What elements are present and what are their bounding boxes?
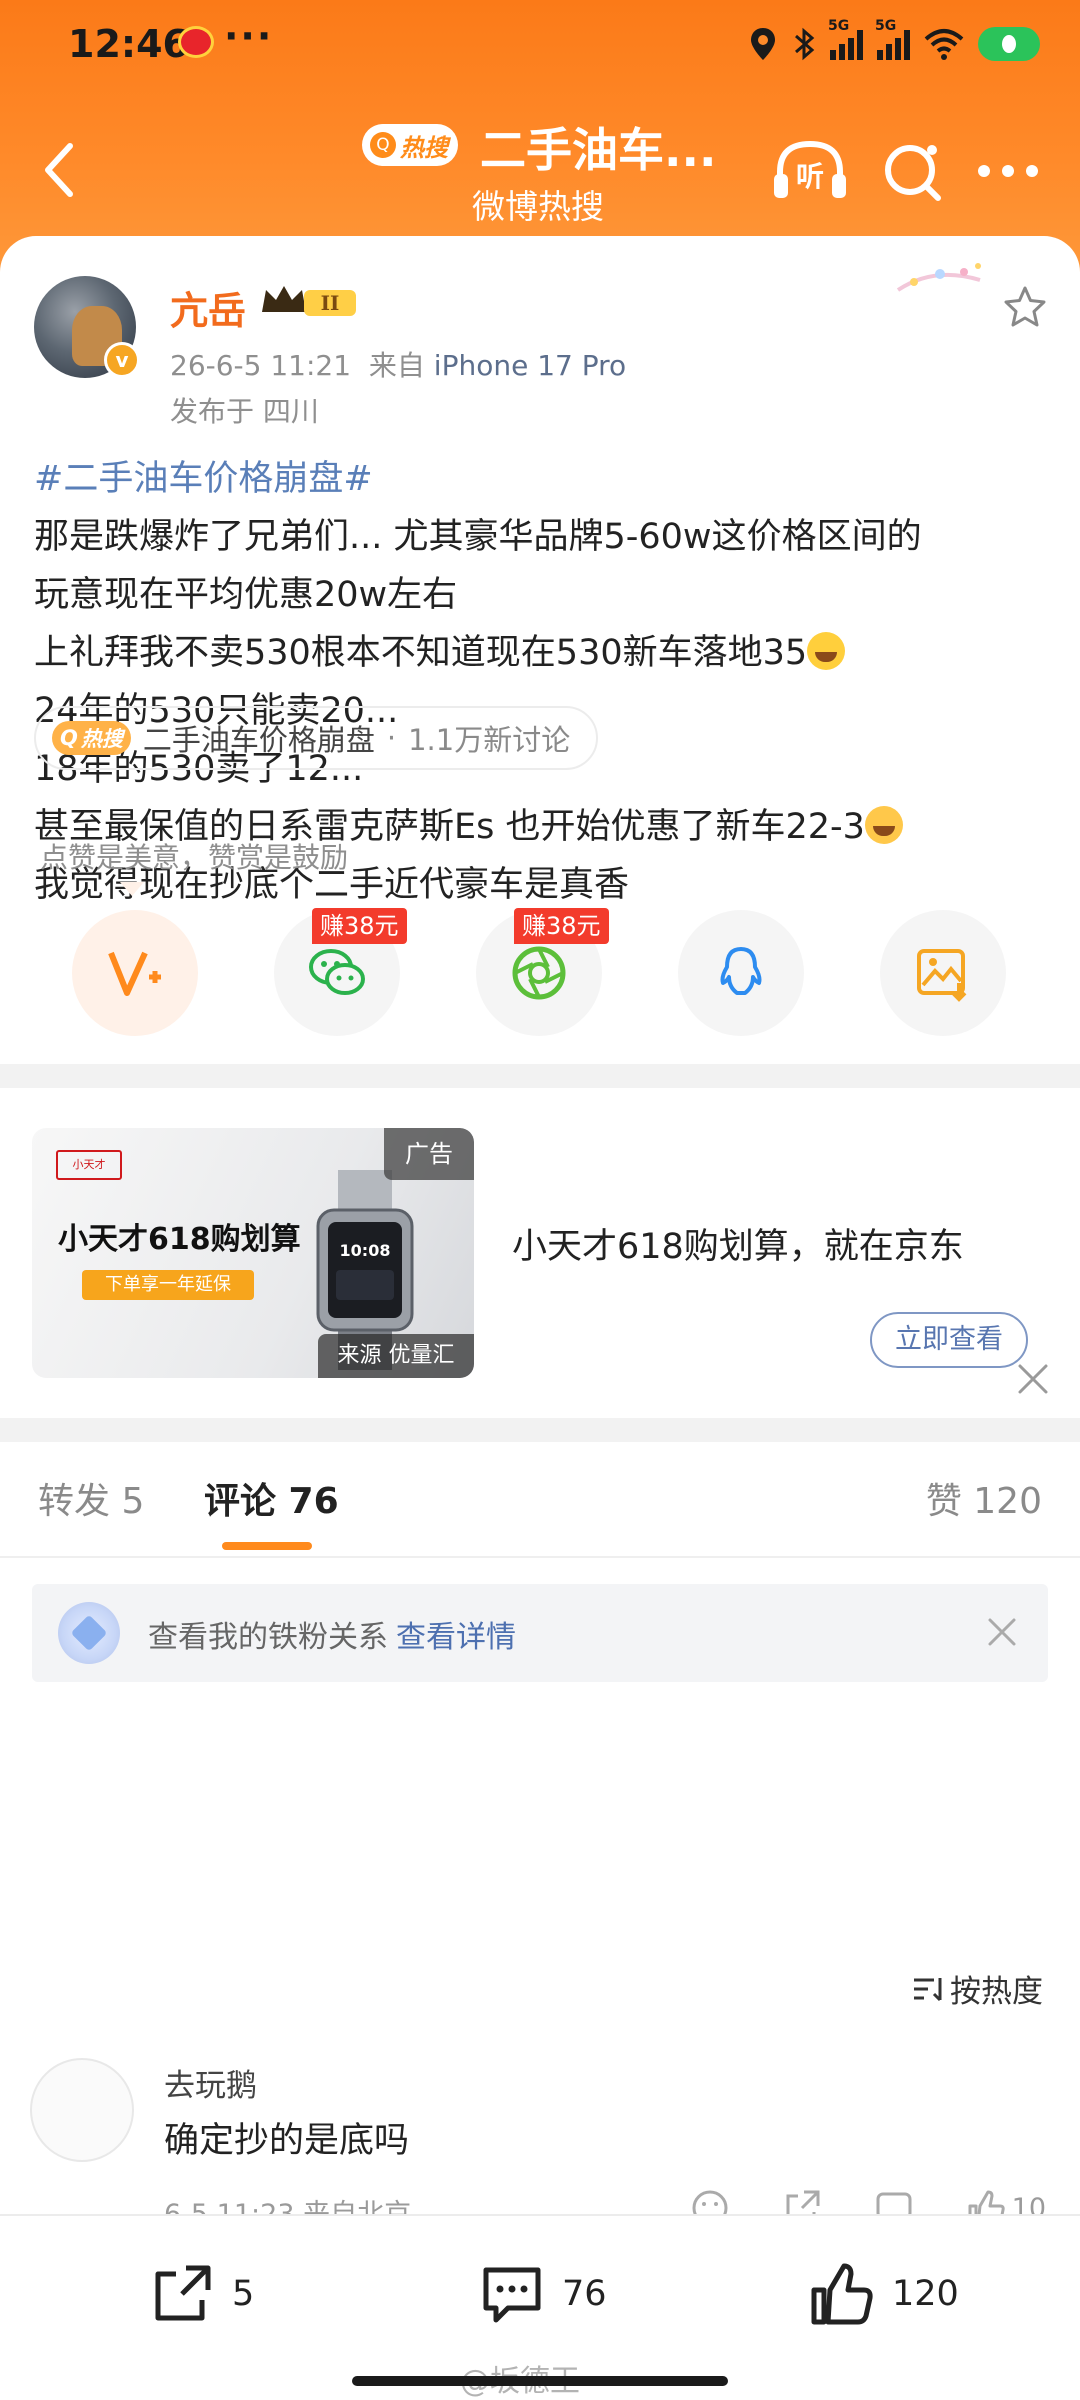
- bottom-repost-button[interactable]: 5: [148, 2260, 254, 2328]
- bluetooth-icon: [795, 27, 815, 61]
- crying-emoji-icon: [864, 806, 903, 844]
- reward-hint: 点赞是美意，赞赏是鼓励: [40, 841, 349, 874]
- home-indicator[interactable]: [352, 2376, 728, 2386]
- signal-1-icon: 5G: [828, 18, 863, 60]
- tab-comment[interactable]: 评论 76: [204, 1472, 339, 1524]
- ad-title[interactable]: 小天才618购划算，就在京东: [512, 1218, 964, 1269]
- more-options-icon[interactable]: [968, 136, 1048, 206]
- page-subtitle: 微博热搜: [472, 187, 604, 226]
- close-icon[interactable]: [984, 1614, 1020, 1650]
- laugh-cry-emoji-icon: [807, 632, 846, 670]
- weibo-notification-icon: [178, 26, 214, 58]
- author-name[interactable]: 亢岳: [170, 280, 246, 335]
- comment-icon: [483, 2267, 541, 2323]
- bottom-like-button[interactable]: 120: [808, 2260, 959, 2328]
- vip-plus-icon: [108, 951, 161, 996]
- diamond-icon: [58, 1602, 120, 1664]
- ad-image[interactable]: 小天才 小天才618购划算 下单享一年延保 10:08 广告 来源 优量汇: [32, 1128, 474, 1378]
- search-icon: Q: [370, 132, 396, 158]
- hot-search-badge: Q 热搜: [362, 124, 458, 166]
- page-title: 二手油车...: [480, 123, 717, 177]
- listen-headphones-icon[interactable]: 听: [770, 136, 850, 206]
- sort-by-heat-button[interactable]: 按热度: [912, 1966, 1043, 2011]
- hot-topic-separator: ·: [386, 721, 397, 755]
- repost-icon: [155, 2265, 211, 2321]
- share-qq-button[interactable]: [678, 910, 804, 1036]
- status-time: 12:46: [68, 22, 189, 66]
- network-type-1: 5G: [828, 18, 850, 34]
- bottom-like-count: 120: [892, 2274, 959, 2314]
- bottom-action-bar: 5 76 120 @坂德王: [0, 2214, 1080, 2400]
- tab-likes[interactable]: 赞 120: [926, 1472, 1042, 1524]
- ad-tag: 广告: [384, 1128, 474, 1180]
- post-line: 那是跌爆炸了兄弟们... 尤其豪华品牌5-60w这价格区间的: [34, 517, 922, 557]
- iron-fans-text: 查看我的铁粉关系: [148, 1620, 388, 1655]
- bottom-repost-count: 5: [232, 2274, 255, 2314]
- post-device[interactable]: iPhone 17 Pro: [434, 349, 626, 382]
- hot-search-tag-label: 热搜: [80, 727, 123, 751]
- save-image-button[interactable]: [880, 910, 1006, 1036]
- commenter-avatar[interactable]: [30, 2058, 134, 2162]
- status-bar: 12:46 ··· 5G 5G: [0, 0, 1080, 90]
- search-icon[interactable]: [874, 136, 954, 206]
- watch-time: 10:08: [340, 1241, 391, 1260]
- hot-topic-chip[interactable]: Q 热搜 二手油车价格崩盘 · 1.1万新讨论: [34, 706, 599, 770]
- search-icon: Q: [60, 726, 78, 750]
- section-divider: [0, 1064, 1080, 1088]
- hot-search-badge-label: 热搜: [400, 133, 448, 162]
- topic-hashtag-link[interactable]: #二手油车价格崩盘#: [34, 459, 373, 499]
- hot-topic-name: 二手油车价格崩盘: [142, 723, 375, 757]
- vip-crown-badge-icon[interactable]: II: [258, 282, 362, 320]
- ad-close-icon[interactable]: [1016, 1362, 1050, 1396]
- earn-badge: 赚38元: [514, 908, 609, 944]
- vip-level: II: [321, 291, 340, 315]
- hint-pointer: [120, 882, 144, 896]
- tab-divider: [0, 1556, 1080, 1558]
- sort-label: 按热度: [950, 1974, 1043, 2010]
- status-more-indicator: ···: [224, 14, 274, 58]
- post-line: 玩意现在平均优惠20w左右: [34, 575, 458, 615]
- ad-subline: 下单享一年延保: [82, 1270, 254, 1300]
- signal-2-icon: 5G: [875, 18, 910, 60]
- post-meta: 26-6-5 11:21 来自 iPhone 17 Pro: [170, 344, 626, 384]
- listen-label: 听: [796, 160, 824, 193]
- hot-search-tag: Q 热搜: [52, 721, 131, 755]
- bottom-comment-count: 76: [562, 2274, 607, 2314]
- verified-badge-icon: v: [104, 342, 140, 378]
- sort-icon: [914, 1977, 942, 2001]
- comment-text: 确定抄的是底吗: [164, 2121, 410, 2161]
- iron-fans-banner[interactable]: 查看我的铁粉关系 查看详情: [32, 1584, 1048, 1682]
- post-location: 发布于 四川: [170, 395, 319, 428]
- save-image-icon: [917, 949, 967, 1002]
- iron-fans-link[interactable]: 查看详情: [396, 1620, 516, 1655]
- location-icon: [751, 28, 775, 60]
- post-line: 上礼拜我不卖530根本不知道现在530新车落地35: [34, 633, 808, 673]
- network-type-2: 5G: [875, 18, 897, 34]
- wifi-icon: [924, 29, 964, 60]
- wechat-icon: [309, 949, 365, 995]
- active-tab-indicator: [222, 1542, 312, 1550]
- moments-shutter-icon: [512, 946, 566, 1000]
- earn-badge: 赚38元: [312, 908, 407, 944]
- ad-headline: 小天才618购划算: [58, 1222, 301, 1257]
- ad-source: 来源 优量汇: [318, 1334, 474, 1378]
- section-divider: [0, 1418, 1080, 1442]
- navigation-bar: Q 热搜 二手油车... 微博热搜 听: [0, 100, 1080, 240]
- favorite-star-icon[interactable]: [1002, 284, 1048, 330]
- status-icons: 5G 5G: [748, 18, 1040, 66]
- thumbs-up-icon: [811, 2263, 873, 2325]
- post-source-prefix: 来自: [368, 349, 425, 382]
- ad-view-now-button[interactable]: 立即查看: [870, 1312, 1028, 1368]
- commenter-name[interactable]: 去玩鹅: [164, 2060, 257, 2105]
- decoration-sparkle-icon: [896, 263, 981, 292]
- ad-brand-logo: 小天才: [56, 1150, 122, 1180]
- post-date: 26-6-5 11:21: [170, 349, 352, 382]
- bottom-comment-button[interactable]: 76: [478, 2260, 607, 2328]
- battery-icon: [978, 27, 1040, 61]
- qq-penguin-icon: [720, 947, 762, 995]
- reward-button[interactable]: [72, 910, 198, 1036]
- hot-topic-count: 1.1万新讨论: [408, 723, 571, 757]
- tab-repost[interactable]: 转发 5: [38, 1472, 144, 1524]
- back-arrow-icon[interactable]: [36, 140, 86, 200]
